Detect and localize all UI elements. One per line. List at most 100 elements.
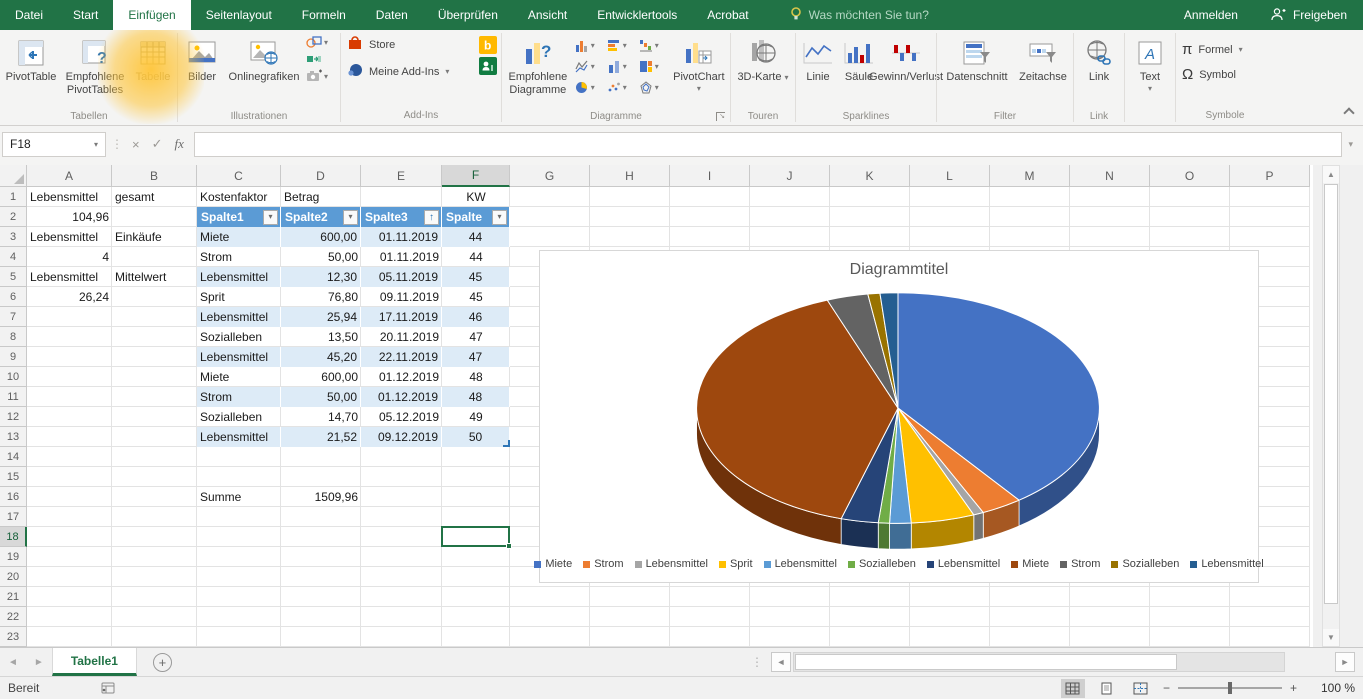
cell-D1[interactable]: Betrag bbox=[281, 187, 361, 207]
legend-item[interactable]: Sozialleben bbox=[848, 558, 916, 570]
column-header-C[interactable]: C bbox=[197, 165, 281, 187]
legend-item[interactable]: Lebensmittel bbox=[927, 558, 1000, 570]
row-header-23[interactable]: 23 bbox=[0, 627, 27, 647]
cell-D8[interactable]: 13,50 bbox=[281, 327, 361, 347]
cell-E3[interactable]: 01.11.2019 bbox=[361, 227, 442, 247]
people-graph-button[interactable] bbox=[479, 57, 497, 75]
cell-D9[interactable]: 45,20 bbox=[281, 347, 361, 367]
row-header-18[interactable]: 18 bbox=[0, 527, 27, 547]
tab-daten[interactable]: Daten bbox=[361, 0, 423, 30]
pie-chart-button[interactable]: ▾ bbox=[573, 77, 605, 98]
column-header-H[interactable]: H bbox=[590, 165, 670, 187]
cell-A1[interactable]: Lebensmittel bbox=[27, 187, 112, 207]
sign-in-button[interactable]: Anmelden bbox=[1168, 0, 1254, 30]
dialog-launcher-icon[interactable]: ↘ bbox=[716, 112, 725, 121]
normal-view-button[interactable] bbox=[1061, 679, 1085, 698]
select-all-corner[interactable] bbox=[0, 165, 27, 187]
cell-F13[interactable]: 50 bbox=[442, 427, 510, 447]
tabelle-button[interactable]: Tabelle bbox=[131, 31, 175, 109]
legend-item[interactable]: Miete bbox=[1011, 558, 1049, 570]
cell-D13[interactable]: 21,52 bbox=[281, 427, 361, 447]
cell-F11[interactable]: 48 bbox=[442, 387, 510, 407]
3d-karte-button[interactable]: 3D-Karte ▾ bbox=[735, 31, 791, 109]
cell-F9[interactable]: 47 bbox=[442, 347, 510, 367]
horizontal-scroll-thumb[interactable] bbox=[795, 654, 1177, 670]
row-header-1[interactable]: 1 bbox=[0, 187, 27, 207]
recommended-charts-button[interactable]: ? Empfohlene Diagramme bbox=[504, 31, 572, 109]
bilder-button[interactable]: Bilder bbox=[180, 31, 224, 109]
next-sheet-icon[interactable]: ► bbox=[26, 657, 52, 668]
legend-item[interactable]: Strom bbox=[583, 558, 623, 570]
zoom-in-icon[interactable]: + bbox=[1290, 681, 1297, 695]
share-button[interactable]: Freigeben bbox=[1254, 0, 1363, 30]
vertical-scrollbar[interactable]: ▲ ▼ bbox=[1322, 165, 1340, 647]
cell-F6[interactable]: 45 bbox=[442, 287, 510, 307]
row-header-22[interactable]: 22 bbox=[0, 607, 27, 627]
cancel-entry-icon[interactable]: × bbox=[132, 137, 140, 152]
horizontal-scroll-track[interactable] bbox=[793, 652, 1285, 672]
cell-D11[interactable]: 50,00 bbox=[281, 387, 361, 407]
row-header-10[interactable]: 10 bbox=[0, 367, 27, 387]
smartart-button[interactable] bbox=[306, 52, 328, 66]
cell-E13[interactable]: 09.12.2019 bbox=[361, 427, 442, 447]
column-header-K[interactable]: K bbox=[830, 165, 910, 187]
column-header-J[interactable]: J bbox=[750, 165, 830, 187]
column-header-I[interactable]: I bbox=[670, 165, 750, 187]
pivotchart-button[interactable]: PivotChart ▾ bbox=[670, 31, 728, 109]
datenschnitt-button[interactable]: Datenschnitt bbox=[939, 31, 1015, 109]
cell-E5[interactable]: 05.11.2019 bbox=[361, 267, 442, 287]
tab-ansicht[interactable]: Ansicht bbox=[513, 0, 582, 30]
cell-C6[interactable]: Sprit bbox=[197, 287, 281, 307]
scroll-right-icon[interactable]: ► bbox=[1335, 652, 1355, 672]
legend-item[interactable]: Sozialleben bbox=[1111, 558, 1179, 570]
row-header-16[interactable]: 16 bbox=[0, 487, 27, 507]
column-header-B[interactable]: B bbox=[112, 165, 197, 187]
row-header-9[interactable]: 9 bbox=[0, 347, 27, 367]
cell-D10[interactable]: 600,00 bbox=[281, 367, 361, 387]
page-break-view-button[interactable] bbox=[1129, 679, 1153, 698]
cell-C10[interactable]: Miete bbox=[197, 367, 281, 387]
filter-dropdown-icon[interactable]: ▾ bbox=[343, 210, 358, 225]
pie-slice-side[interactable] bbox=[878, 523, 889, 549]
legend-item[interactable]: Lebensmittel bbox=[1190, 558, 1263, 570]
onlinegrafiken-button[interactable]: Onlinegrafiken bbox=[224, 31, 304, 109]
row-header-5[interactable]: 5 bbox=[0, 267, 27, 287]
cell-D5[interactable]: 12,30 bbox=[281, 267, 361, 287]
column-header-A[interactable]: A bbox=[27, 165, 112, 187]
filter-dropdown-icon[interactable]: ▾ bbox=[492, 210, 507, 225]
selected-cell[interactable] bbox=[441, 526, 510, 547]
tell-me-search[interactable]: Was möchten Sie tun? bbox=[790, 0, 929, 30]
tab-acrobat[interactable]: Acrobat bbox=[692, 0, 763, 30]
name-box-dropdown-icon[interactable]: ▾ bbox=[94, 140, 98, 149]
page-layout-view-button[interactable] bbox=[1095, 679, 1119, 698]
cell-F10[interactable]: 48 bbox=[442, 367, 510, 387]
worksheet-grid[interactable]: Diagrammtitel Miete Strom Lebensmittel Spri… bbox=[0, 165, 1313, 647]
cell-A5[interactable]: Lebensmittel bbox=[27, 267, 112, 287]
line-chart-button[interactable]: ▾ bbox=[573, 56, 605, 77]
legend-item[interactable]: Sprit bbox=[719, 558, 753, 570]
cell-A3[interactable]: Lebensmittel bbox=[27, 227, 112, 247]
column-header-M[interactable]: M bbox=[990, 165, 1070, 187]
macro-record-icon[interactable] bbox=[101, 682, 115, 694]
cell-D12[interactable]: 14,70 bbox=[281, 407, 361, 427]
row-header-19[interactable]: 19 bbox=[0, 547, 27, 567]
legend-item[interactable]: Miete bbox=[534, 558, 572, 570]
scroll-up-icon[interactable]: ▲ bbox=[1323, 166, 1339, 183]
vertical-scroll-thumb[interactable] bbox=[1324, 184, 1338, 604]
radar-chart-button[interactable]: ▾ bbox=[637, 77, 669, 98]
cell-D4[interactable]: 50,00 bbox=[281, 247, 361, 267]
bing-maps-button[interactable]: b bbox=[479, 36, 497, 54]
column-3d-chart-button[interactable]: ▾ bbox=[605, 56, 637, 77]
tab-datei[interactable]: Datei bbox=[0, 0, 58, 30]
hierarchy-chart-button[interactable]: ▾ bbox=[637, 56, 669, 77]
row-header-20[interactable]: 20 bbox=[0, 567, 27, 587]
table-resize-handle[interactable] bbox=[503, 440, 510, 447]
column-header-P[interactable]: P bbox=[1230, 165, 1310, 187]
tab-seitenlayout[interactable]: Seitenlayout bbox=[191, 0, 287, 30]
previous-sheet-icon[interactable]: ◄ bbox=[0, 657, 26, 668]
meine-addins-button[interactable]: Meine Add-Ins ▾ bbox=[343, 58, 477, 85]
tab-start[interactable]: Start bbox=[58, 0, 113, 30]
pie-slice-side[interactable] bbox=[841, 519, 878, 549]
column-header-E[interactable]: E bbox=[361, 165, 442, 187]
chart-title[interactable]: Diagrammtitel bbox=[540, 261, 1258, 279]
